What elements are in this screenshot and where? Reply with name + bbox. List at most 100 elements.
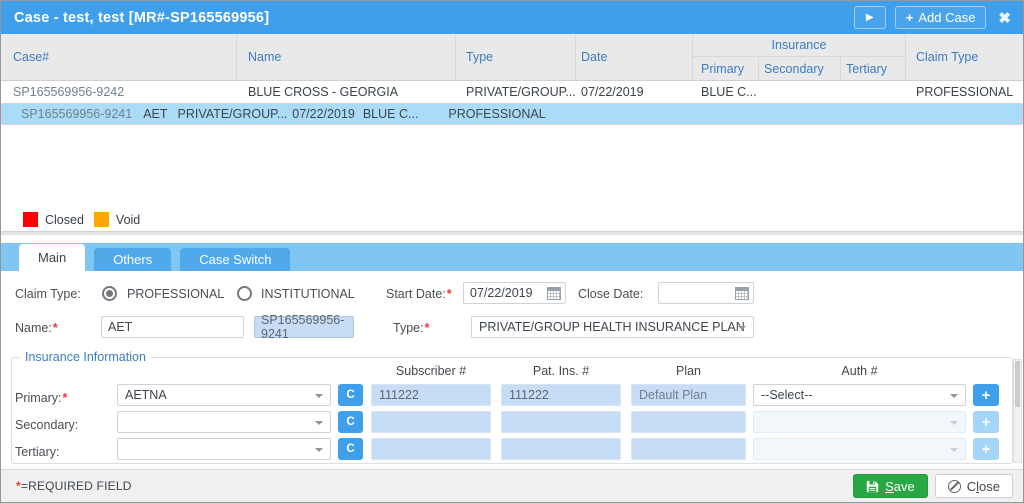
cell-claim-type: PROFESSIONAL: [448, 107, 546, 121]
primary-subscriber-field[interactable]: 111222: [371, 384, 491, 406]
chevron-down-icon: [315, 421, 323, 425]
tab-main[interactable]: Main: [19, 244, 86, 271]
tab-others[interactable]: Others: [94, 248, 172, 271]
column-header-tertiary[interactable]: Tertiary: [841, 57, 906, 80]
secondary-auth-select: [753, 411, 966, 433]
dialog-title: Case - test, test [MR#-SP165569956]: [14, 9, 270, 26]
name-label: Name: *: [15, 321, 58, 335]
case-dialog: Case - test, test [MR#-SP165569956] ▶ + …: [0, 0, 1024, 503]
start-date-field-wrap: [463, 282, 566, 304]
close-button[interactable]: Close: [934, 474, 1013, 498]
primary-auth-select[interactable]: --Select--: [753, 384, 966, 406]
cell-case-number: SP165569956-9241: [21, 107, 133, 121]
claim-type-label: Claim Type:: [15, 287, 81, 301]
save-button[interactable]: Save: [853, 474, 928, 498]
cell-primary: BLUE C...: [701, 85, 757, 99]
primary-plan-field[interactable]: Default Plan: [631, 384, 746, 406]
tertiary-carrier-c-button[interactable]: C: [338, 438, 363, 460]
column-header-primary[interactable]: Primary: [693, 57, 759, 80]
column-header-name[interactable]: Name: [237, 34, 456, 80]
cell-name: AET: [143, 107, 168, 121]
add-case-label: Add Case: [918, 10, 976, 25]
chevron-down-icon: [950, 394, 958, 398]
primary-auth-value: --Select--: [761, 388, 813, 402]
required-marker: *: [424, 321, 430, 335]
play-icon: ▶: [865, 12, 874, 23]
secondary-carrier-select[interactable]: [117, 411, 331, 433]
panel-divider: [1, 231, 1023, 235]
title-bar-actions: ▶ + Add Case ✖: [853, 6, 1011, 29]
cell-date: 07/22/2019: [581, 85, 644, 99]
dialog-footer: *=REQUIRED FIELD Save Close: [1, 469, 1023, 502]
name-input[interactable]: [101, 316, 244, 338]
secondary-label: Secondary:: [15, 418, 79, 432]
column-header-date[interactable]: Date: [576, 34, 693, 80]
primary-add-auth-button[interactable]: +: [973, 384, 999, 406]
type-select[interactable]: PRIVATE/GROUP HEALTH INSURANCE PLAN: [471, 316, 754, 338]
cell-date: 07/22/2019: [292, 107, 355, 121]
close-date-label: Close Date:: [578, 287, 644, 301]
secondary-carrier-c-button[interactable]: C: [338, 411, 363, 433]
void-color-swatch: [93, 212, 109, 227]
primary-pat-ins-field[interactable]: 111222: [501, 384, 621, 406]
cell-case-number: SP165569956-9242: [13, 85, 125, 99]
start-date-label: Start Date: *: [386, 287, 452, 301]
chevron-down-icon: [738, 326, 746, 330]
close-label: Close: [966, 478, 1000, 494]
close-dialog-icon[interactable]: ✖: [998, 9, 1011, 27]
subscriber-column-header: Subscriber #: [395, 364, 467, 378]
required-marker: *: [446, 287, 452, 301]
type-select-value: PRIVATE/GROUP HEALTH INSURANCE PLAN: [479, 320, 745, 334]
required-marker: *: [52, 321, 58, 335]
tertiary-plan-field: [631, 438, 746, 460]
case-number-readonly-field: SP165569956-9241: [254, 313, 354, 341]
table-row-selected[interactable]: SP165569956-9241 AET PRIVATE/GROUP... 07…: [1, 103, 1023, 125]
column-header-type[interactable]: Type: [456, 34, 576, 80]
play-button[interactable]: ▶: [853, 6, 886, 29]
tab-strip: Main Others Case Switch: [1, 243, 1023, 271]
case-grid-header: Case# Name Type Date Insurance Primary S…: [1, 34, 1023, 81]
tertiary-subscriber-field: [371, 438, 491, 460]
tab-case-switch[interactable]: Case Switch: [180, 248, 291, 271]
chevron-down-icon: [315, 448, 323, 452]
primary-carrier-value: AETNA: [125, 388, 167, 402]
chevron-down-icon: [315, 394, 323, 398]
tertiary-carrier-select[interactable]: [117, 438, 331, 460]
primary-carrier-select[interactable]: AETNA: [117, 384, 331, 406]
calendar-icon[interactable]: [547, 287, 561, 300]
radio-professional[interactable]: [102, 286, 117, 301]
radio-professional-label: PROFESSIONAL: [127, 287, 225, 301]
tertiary-label: Tertiary:: [15, 445, 60, 459]
title-bar: Case - test, test [MR#-SP165569956] ▶ + …: [1, 1, 1023, 34]
cell-name: BLUE CROSS - GEORGIA: [248, 85, 399, 99]
void-legend-label: Void: [115, 212, 141, 227]
required-field-note: *=REQUIRED FIELD: [16, 479, 132, 493]
column-header-secondary[interactable]: Secondary: [759, 57, 841, 80]
scrollbar-thumb[interactable]: [1015, 361, 1020, 407]
add-case-button[interactable]: + Add Case: [894, 6, 987, 29]
cell-type: PRIVATE/GROUP...: [177, 107, 288, 121]
insurance-section-title: Insurance Information: [25, 350, 146, 364]
closed-color-swatch: [23, 212, 38, 227]
cell-primary: BLUE C...: [362, 107, 419, 121]
calendar-icon[interactable]: [735, 287, 749, 300]
status-legend: Closed Void: [23, 212, 150, 227]
plan-column-header: Plan: [675, 364, 702, 378]
primary-carrier-c-button[interactable]: C: [338, 384, 363, 406]
save-floppy-icon: [866, 480, 879, 492]
type-label: Type: *: [393, 321, 430, 335]
chevron-down-icon: [950, 421, 958, 425]
closed-legend-label: Closed: [45, 212, 84, 227]
table-row[interactable]: SP165569956-9242 BLUE CROSS - GEORGIA PR…: [1, 81, 1023, 103]
insurance-scrollbar[interactable]: [1013, 359, 1022, 463]
secondary-pat-ins-field: [501, 411, 621, 433]
cancel-circle-icon: [947, 479, 961, 493]
close-date-field-wrap: [658, 282, 754, 304]
pat-ins-column-header: Pat. Ins. #: [532, 364, 590, 378]
radio-institutional[interactable]: [237, 286, 252, 301]
required-marker: *: [62, 391, 68, 405]
secondary-add-auth-button: +: [973, 411, 999, 433]
footer-buttons: Save Close: [853, 474, 1013, 498]
column-header-claim-type[interactable]: Claim Type: [906, 34, 1023, 80]
column-header-case[interactable]: Case#: [1, 34, 237, 80]
